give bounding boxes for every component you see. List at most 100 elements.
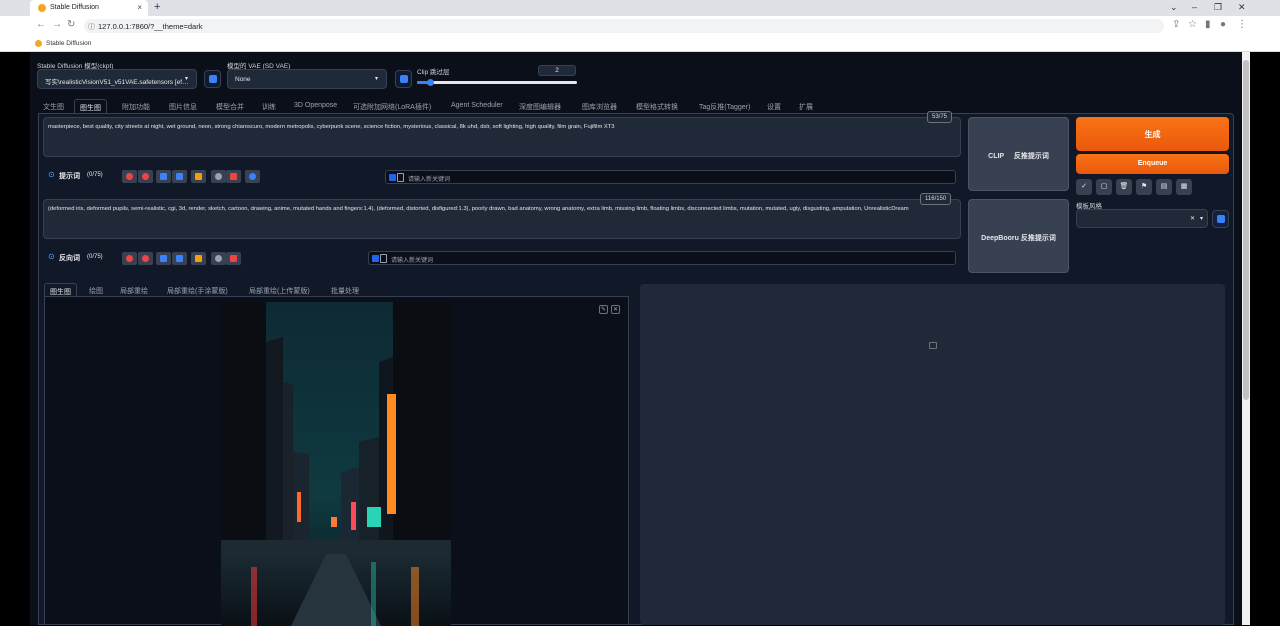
subtab-sketch[interactable]: 绘图: [84, 283, 108, 296]
negative-prompt-textarea[interactable]: (deformed iris, deformed pupils, semi-re…: [43, 199, 961, 239]
clear-button[interactable]: [122, 170, 137, 183]
undo-button[interactable]: [211, 170, 226, 183]
collapse-circle-icon[interactable]: ⊙: [48, 252, 55, 261]
translate-icon: [195, 173, 202, 180]
prompt-tag-input[interactable]: 请输入新关键词: [385, 170, 956, 184]
clear-all-button[interactable]: [138, 170, 153, 183]
tab-3d-openpose[interactable]: 3D Openpose: [289, 99, 342, 113]
settings-button[interactable]: [245, 170, 260, 183]
paste-button[interactable]: [156, 252, 171, 265]
tab-agent-scheduler[interactable]: Agent Scheduler: [446, 99, 508, 113]
address-bar[interactable]: ⓘ 127.0.0.1:7860/?__theme=dark: [84, 19, 1164, 33]
tab-tagger[interactable]: Tag反推(Tagger): [694, 99, 755, 113]
forward-arrow-icon[interactable]: →: [52, 19, 62, 30]
restore-button[interactable]: ❐: [1214, 2, 1222, 13]
tab-model-converter[interactable]: 模型格式转换: [631, 99, 683, 113]
enqueue-button[interactable]: Enqueue: [1076, 154, 1229, 174]
close-icon[interactable]: ✕: [611, 305, 620, 314]
clip-interrogate-button[interactable]: CLIP 反推提示词: [968, 117, 1069, 191]
apply-style-button[interactable]: ✓: [1076, 179, 1092, 195]
flag-icon: ⚑: [1140, 183, 1148, 190]
image-input-area[interactable]: ✎ ✕: [44, 296, 629, 626]
tab-settings[interactable]: 设置: [762, 99, 786, 113]
extra-networks-button[interactable]: ⚑: [1136, 179, 1152, 195]
translate-button[interactable]: [191, 170, 206, 183]
close-window-button[interactable]: ✕: [1238, 2, 1246, 13]
image-placeholder-icon: [929, 342, 937, 349]
clear-x-icon[interactable]: ✕: [1190, 215, 1195, 222]
menu-icon[interactable]: ⋮: [1237, 19, 1247, 30]
tab-img2img[interactable]: 图生图: [74, 99, 107, 113]
tab-extras[interactable]: 附加功能: [117, 99, 155, 113]
checkbox-icon[interactable]: [372, 255, 379, 262]
generate-button[interactable]: 生成: [1076, 117, 1229, 151]
translate-button[interactable]: [191, 252, 206, 265]
tab-image-browser[interactable]: 图库浏览器: [577, 99, 622, 113]
tab-additional-networks[interactable]: 可选附加网络(LoRA插件): [348, 99, 436, 113]
minimize-button[interactable]: –: [1192, 2, 1197, 12]
paste-button[interactable]: [156, 170, 171, 183]
paste-icon: [160, 255, 167, 262]
clear-all-icon: [142, 255, 149, 262]
paste-params-button[interactable]: ▤: [1156, 179, 1172, 195]
sidepanel-icon[interactable]: ▮: [1205, 19, 1211, 30]
clear-all-button[interactable]: [138, 252, 153, 265]
trash-icon: [230, 173, 237, 180]
new-tab-button[interactable]: +: [154, 1, 160, 13]
styles-dropdown[interactable]: ✕ ▾: [1076, 209, 1208, 228]
collapse-circle-icon[interactable]: ⊙: [48, 170, 55, 179]
tab-checkpoint-merger[interactable]: 模型合并: [211, 99, 249, 113]
refresh-ckpt-button[interactable]: [204, 70, 221, 88]
copy-button[interactable]: [172, 252, 187, 265]
clip-skip-slider[interactable]: [417, 79, 577, 86]
clear-prompt-button[interactable]: ▢: [1096, 179, 1112, 195]
page-scrollbar[interactable]: [1242, 52, 1250, 625]
tab-depth-editor[interactable]: 深度图编辑器: [514, 99, 566, 113]
back-arrow-icon[interactable]: ←: [36, 19, 46, 30]
prompt-textarea[interactable]: masterpiece, best quality, city streets …: [43, 117, 961, 157]
tab-extensions[interactable]: 扩展: [794, 99, 818, 113]
vae-value: None: [235, 76, 251, 83]
trash-button[interactable]: 🗑: [1116, 179, 1132, 195]
subtab-inpaint-sketch[interactable]: 局部重绘(手涂蒙版): [162, 283, 233, 296]
profile-icon[interactable]: ●: [1220, 19, 1226, 30]
save-style-button[interactable]: ▦: [1176, 179, 1192, 195]
bookmark-star-icon[interactable]: ☆: [1188, 19, 1197, 30]
tab-png-info[interactable]: 图片信息: [164, 99, 202, 113]
webui-app: Stable Diffusion 模型(ckpt) 写实\realisticVi…: [30, 52, 1242, 626]
refresh-styles-button[interactable]: [1212, 210, 1229, 228]
ckpt-dropdown[interactable]: 写实\realisticVisionV51_v51VAE.safetensors…: [37, 69, 197, 89]
share-icon[interactable]: ⇪: [1172, 19, 1180, 30]
deepbooru-interrogate-button[interactable]: DeepBooru 反推提示词: [968, 199, 1069, 273]
reload-icon[interactable]: ↻: [67, 19, 75, 30]
tag-placeholder: 请输入新关键词: [391, 258, 434, 264]
tab-train[interactable]: 训练: [257, 99, 281, 113]
delete-button[interactable]: [226, 252, 241, 265]
clip-skip-number-input[interactable]: 2: [538, 65, 576, 76]
bookmark-item[interactable]: Stable Diffusion: [46, 40, 91, 47]
site-info-icon[interactable]: ⓘ: [88, 22, 95, 32]
checkbox-icon[interactable]: [389, 174, 396, 181]
subtab-inpaint-upload[interactable]: 局部重绘(上传蒙版): [244, 283, 315, 296]
browser-tab[interactable]: Stable Diffusion ×: [30, 0, 148, 16]
delete-button[interactable]: [226, 170, 241, 183]
refresh-vae-button[interactable]: [395, 70, 412, 88]
copy-button[interactable]: [172, 170, 187, 183]
scrollbar-thumb[interactable]: [1243, 60, 1249, 400]
city-night-image: [221, 302, 451, 626]
tab-txt2img[interactable]: 文生图: [38, 99, 69, 113]
favicon-icon: [38, 4, 46, 12]
tab-search-icon[interactable]: ⌄: [1170, 2, 1178, 13]
subtab-img2img[interactable]: 图生图: [44, 283, 77, 296]
negative-tag-input[interactable]: 请输入新关键词: [368, 251, 956, 265]
vae-dropdown[interactable]: None ▾: [227, 69, 387, 89]
edit-icon[interactable]: ✎: [599, 305, 608, 314]
clip-skip-slider-handle[interactable]: [426, 79, 434, 86]
subtab-batch[interactable]: 批量处理: [326, 283, 364, 296]
clear-icon: [126, 255, 133, 262]
subtab-inpaint[interactable]: 局部重绘: [115, 283, 153, 296]
clear-button[interactable]: [122, 252, 137, 265]
tab-close-icon[interactable]: ×: [137, 3, 142, 12]
prompt-label: 提示词: [59, 173, 80, 180]
undo-button[interactable]: [211, 252, 226, 265]
